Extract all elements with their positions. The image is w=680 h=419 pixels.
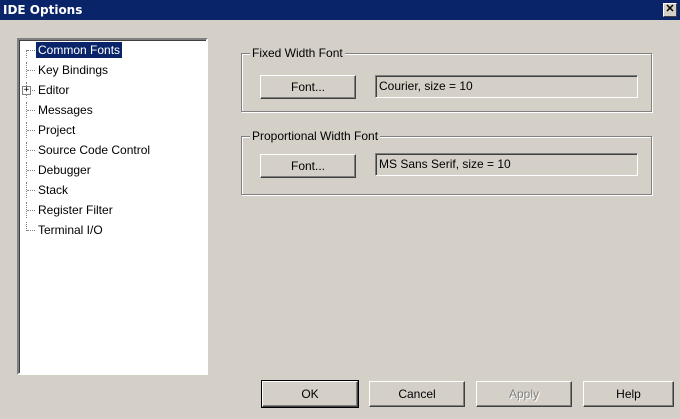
fixed-width-font-group: Fixed Width Font Font... Courier, size =… [241, 46, 652, 112]
proportional-font-field: MS Sans Serif, size = 10 [375, 153, 638, 176]
fixed-font-field: Courier, size = 10 [375, 75, 638, 98]
proportional-width-font-group: Proportional Width Font Font... MS Sans … [241, 129, 652, 195]
options-tree[interactable]: Common Fonts Key Bindings + Editor Messa… [17, 38, 208, 375]
cancel-button[interactable]: Cancel [369, 381, 465, 407]
close-button[interactable]: ✕ [663, 3, 677, 17]
tree-item-label: Key Bindings [38, 63, 109, 77]
tree-item-label: Terminal I/O [38, 223, 103, 237]
tree-item-common-fonts[interactable]: Common Fonts [19, 42, 204, 58]
fixed-font-button[interactable]: Font... [260, 75, 356, 99]
tree-item-label: Common Fonts [36, 42, 123, 58]
tree-item-stack[interactable]: Stack [19, 182, 204, 198]
tree-item-label: Messages [38, 103, 93, 117]
expand-icon[interactable]: + [22, 86, 31, 95]
tree-item-label: Source Code Control [38, 143, 151, 157]
proportional-font-button[interactable]: Font... [260, 154, 356, 178]
apply-button: Apply [476, 381, 572, 407]
tree-item-project[interactable]: Project [19, 122, 204, 138]
tree-item-label: Project [38, 123, 76, 137]
tree-item-messages[interactable]: Messages [19, 102, 204, 118]
group-title: Proportional Width Font [250, 129, 381, 143]
tree-item-editor[interactable]: + Editor [19, 82, 204, 98]
ok-button[interactable]: OK [261, 380, 359, 408]
dialog-title: IDE Options [3, 3, 83, 17]
tree-item-label: Debugger [38, 163, 91, 177]
title-bar[interactable]: IDE Options ✕ [0, 0, 680, 20]
tree-item-terminal-io[interactable]: Terminal I/O [19, 222, 204, 238]
tree-item-label: Stack [38, 183, 69, 197]
tree-item-debugger[interactable]: Debugger [19, 162, 204, 178]
help-button[interactable]: Help [583, 381, 674, 407]
tree-item-source-code-control[interactable]: Source Code Control [19, 142, 204, 158]
tree-item-label: Register Filter [38, 203, 113, 217]
group-title: Fixed Width Font [250, 46, 345, 60]
ide-options-dialog: IDE Options ✕ Common Fonts Key Bindings … [0, 0, 680, 419]
tree-item-label: Editor [38, 83, 70, 97]
tree-item-register-filter[interactable]: Register Filter [19, 202, 204, 218]
tree-item-key-bindings[interactable]: Key Bindings [19, 62, 204, 78]
